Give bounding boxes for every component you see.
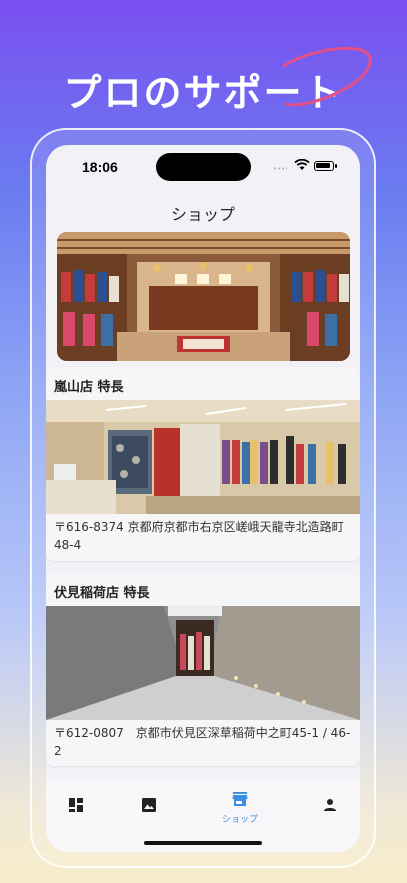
page-title: ショップ bbox=[170, 205, 235, 224]
shop-address: 〒616-8374 京都府京都市右京区嵯峨天龍寺北造路町48-4 bbox=[54, 520, 344, 552]
tab-shop[interactable]: ショップ bbox=[220, 791, 260, 827]
swoosh-decoration bbox=[282, 46, 372, 107]
shop-card-title: 伏見稲荷店 特長 bbox=[54, 586, 150, 601]
home-indicator bbox=[144, 841, 262, 845]
app-screen: 18:06 ショップ 嵐山店 特長 〒616-8374 京都府京都市右京区嵯峨天… bbox=[46, 145, 360, 852]
store-icon bbox=[232, 792, 248, 806]
shop-photo bbox=[46, 400, 360, 514]
person-icon bbox=[324, 799, 336, 811]
shop-address: 〒612-0807 京都市伏見区深草稲荷中之町45-1 / 46-2 bbox=[54, 726, 351, 758]
shop-card[interactable]: 伏見稲荷店 特長 〒612-0807 京都市伏見区深草稲荷中之町45-1 / 4… bbox=[46, 573, 360, 766]
shop-card-title: 嵐山店 特長 bbox=[54, 380, 124, 395]
image-icon bbox=[142, 798, 156, 812]
tab-gallery[interactable] bbox=[129, 791, 169, 827]
battery-icon bbox=[314, 161, 337, 171]
hero-shop-photo bbox=[57, 232, 350, 361]
status-bar: 18:06 bbox=[46, 145, 360, 191]
dashboard-icon bbox=[69, 798, 83, 812]
wifi-icon bbox=[294, 159, 310, 170]
signal-dots-icon bbox=[273, 167, 287, 170]
tab-dashboard[interactable] bbox=[56, 791, 96, 827]
tab-shop-label: ショップ bbox=[221, 815, 258, 825]
status-time: 18:06 bbox=[82, 159, 118, 175]
tab-profile[interactable] bbox=[310, 791, 350, 827]
shop-photo bbox=[46, 606, 360, 720]
dynamic-island bbox=[156, 153, 251, 181]
shop-card[interactable]: 嵐山店 特長 〒616-8374 京都府京都市右京区嵯峨天龍寺北造路町48-4 bbox=[46, 367, 360, 561]
